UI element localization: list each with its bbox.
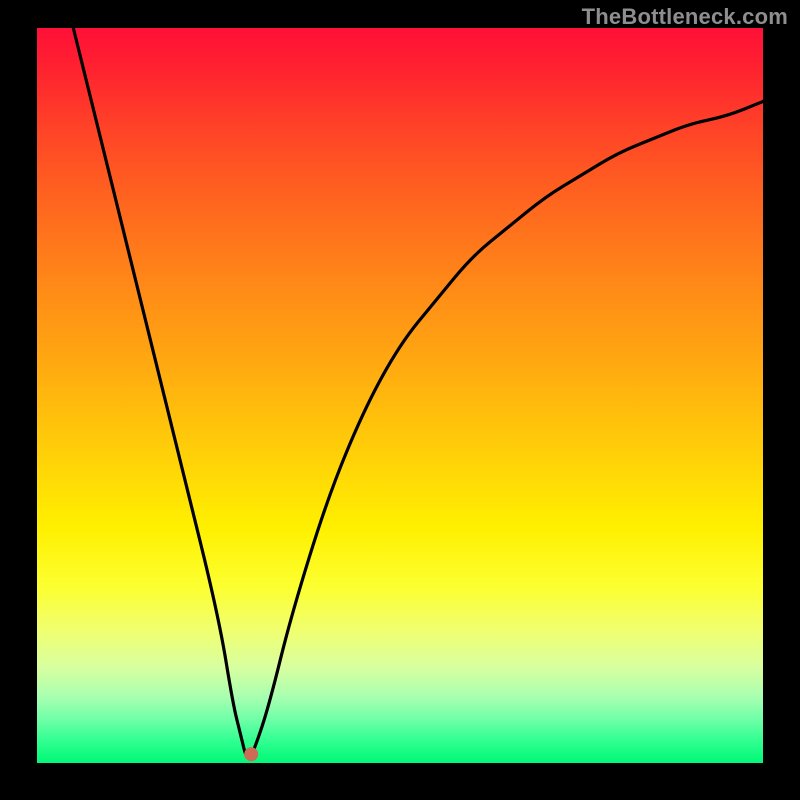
curve-layer [37,28,763,763]
bottleneck-curve [73,28,763,758]
plot-area [37,28,763,763]
watermark-label: TheBottleneck.com [582,4,788,30]
optimum-marker [244,747,258,761]
chart-frame: TheBottleneck.com [0,0,800,800]
